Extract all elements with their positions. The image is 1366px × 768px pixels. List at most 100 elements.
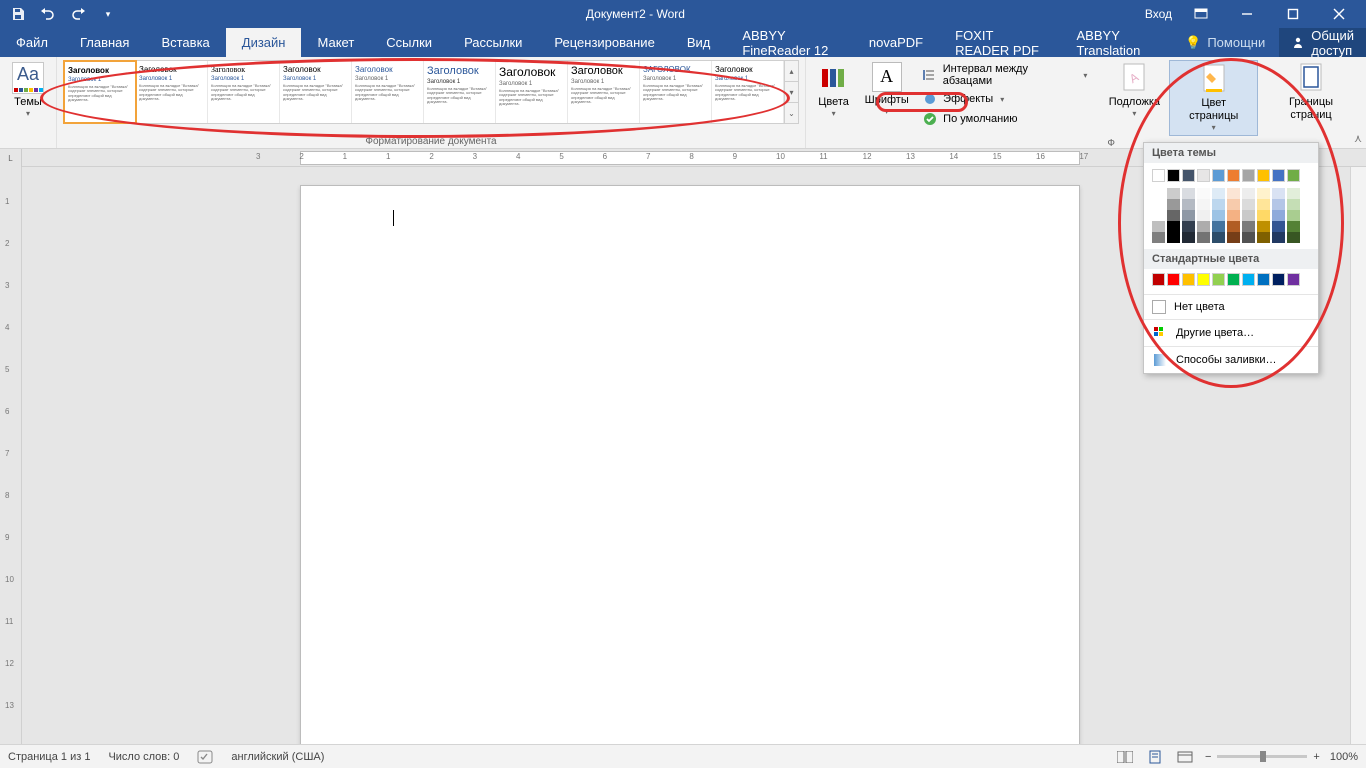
tab-novapdf[interactable]: novaPDF	[853, 28, 939, 57]
gallery-down-icon[interactable]: ▾	[785, 82, 798, 103]
status-words[interactable]: Число слов: 0	[108, 751, 179, 763]
color-swatch[interactable]	[1227, 273, 1240, 286]
color-swatch[interactable]	[1182, 199, 1195, 210]
color-swatch[interactable]	[1212, 273, 1225, 286]
fill-effects-item[interactable]: Способы заливки…	[1144, 346, 1318, 373]
color-swatch[interactable]	[1242, 188, 1255, 199]
color-swatch[interactable]	[1152, 232, 1165, 243]
gallery-up-icon[interactable]: ▴	[785, 61, 798, 82]
color-swatch[interactable]	[1287, 199, 1300, 210]
color-swatch[interactable]	[1227, 169, 1240, 182]
scrollbar-vertical[interactable]	[1350, 167, 1366, 744]
signin-link[interactable]: Вход	[1145, 7, 1172, 21]
zoom-out-icon[interactable]: −	[1205, 751, 1211, 763]
color-swatch[interactable]	[1152, 210, 1165, 221]
color-swatch[interactable]	[1272, 188, 1285, 199]
spellcheck-icon[interactable]	[197, 750, 213, 764]
color-swatch[interactable]	[1272, 169, 1285, 182]
color-swatch[interactable]	[1257, 273, 1270, 286]
view-print-icon[interactable]	[1145, 749, 1165, 765]
tab-foxit[interactable]: FOXIT READER PDF	[939, 28, 1060, 57]
qat-dropdown-icon[interactable]: ▾	[100, 6, 116, 22]
color-swatch[interactable]	[1287, 188, 1300, 199]
color-swatch[interactable]	[1287, 169, 1300, 182]
zoom-in-icon[interactable]: +	[1313, 751, 1319, 763]
tab-design[interactable]: Дизайн	[226, 28, 302, 57]
view-web-icon[interactable]	[1175, 749, 1195, 765]
style-thumb[interactable]: ЗаголовокЗаголовок 1Коллекция на вкладке…	[352, 61, 424, 123]
style-thumb[interactable]: ЗаголовокЗаголовок 1Коллекция на вкладке…	[64, 61, 136, 123]
color-swatch[interactable]	[1152, 169, 1165, 182]
style-thumb[interactable]: ЗаголовокЗаголовок 1Коллекция на вкладке…	[568, 61, 640, 123]
redo-icon[interactable]	[70, 6, 86, 22]
color-swatch[interactable]	[1272, 199, 1285, 210]
color-swatch[interactable]	[1242, 199, 1255, 210]
zoom-value[interactable]: 100%	[1330, 751, 1358, 763]
color-swatch[interactable]	[1167, 188, 1180, 199]
view-read-icon[interactable]	[1115, 749, 1135, 765]
color-swatch[interactable]	[1212, 210, 1225, 221]
color-swatch[interactable]	[1257, 232, 1270, 243]
ruler-vertical[interactable]: 12345678910111213	[0, 167, 22, 744]
color-swatch[interactable]	[1167, 169, 1180, 182]
tab-file[interactable]: Файл	[0, 28, 64, 57]
color-swatch[interactable]	[1287, 273, 1300, 286]
share-button[interactable]: Общий доступ	[1279, 28, 1366, 57]
color-swatch[interactable]	[1197, 232, 1210, 243]
style-thumb[interactable]: ЗАГОЛОВОКЗаголовок 1Коллекция на вкладке…	[640, 61, 712, 123]
color-swatch[interactable]	[1227, 199, 1240, 210]
tab-layout[interactable]: Макет	[301, 28, 370, 57]
color-swatch[interactable]	[1182, 188, 1195, 199]
tab-mailings[interactable]: Рассылки	[448, 28, 538, 57]
minimize-icon[interactable]	[1230, 0, 1264, 28]
color-swatch[interactable]	[1272, 273, 1285, 286]
color-swatch[interactable]	[1212, 199, 1225, 210]
gallery-more-icon[interactable]: ⌄	[785, 103, 798, 123]
color-swatch[interactable]	[1167, 232, 1180, 243]
color-swatch[interactable]	[1257, 199, 1270, 210]
color-swatch[interactable]	[1152, 273, 1165, 286]
style-thumb[interactable]: ЗаголовокЗаголовок 1Коллекция на вкладке…	[208, 61, 280, 123]
no-color-item[interactable]: Нет цвета	[1144, 294, 1318, 319]
color-swatch[interactable]	[1152, 221, 1165, 232]
color-swatch[interactable]	[1242, 232, 1255, 243]
color-swatch[interactable]	[1212, 221, 1225, 232]
watermark-button[interactable]: A Подложка▾	[1103, 60, 1165, 121]
color-swatch[interactable]	[1242, 210, 1255, 221]
color-swatch[interactable]	[1227, 210, 1240, 221]
color-swatch[interactable]	[1212, 188, 1225, 199]
color-swatch[interactable]	[1182, 273, 1195, 286]
color-swatch[interactable]	[1167, 199, 1180, 210]
color-swatch[interactable]	[1197, 273, 1210, 286]
collapse-ribbon-icon[interactable]: ⋏	[1354, 132, 1362, 145]
color-swatch[interactable]	[1242, 169, 1255, 182]
color-swatch[interactable]	[1197, 199, 1210, 210]
style-thumb[interactable]: ЗаголовокЗаголовок 1Коллекция на вкладке…	[424, 61, 496, 123]
page-borders-button[interactable]: Границы страниц	[1262, 60, 1360, 124]
color-swatch[interactable]	[1197, 221, 1210, 232]
tab-insert[interactable]: Вставка	[145, 28, 225, 57]
tell-me-search[interactable]: 💡 Помощни	[1171, 28, 1279, 57]
themes-button[interactable]: Aa Темы ▾	[6, 60, 50, 121]
color-swatch[interactable]	[1287, 210, 1300, 221]
effects-button[interactable]: Эффекты▾	[918, 90, 1091, 108]
color-swatch[interactable]	[1272, 232, 1285, 243]
fonts-button[interactable]: A Шрифты▾	[859, 60, 914, 119]
set-as-default-button[interactable]: По умолчанию	[918, 110, 1091, 128]
color-swatch[interactable]	[1197, 210, 1210, 221]
zoom-thumb[interactable]	[1260, 751, 1266, 762]
color-swatch[interactable]	[1152, 188, 1165, 199]
color-swatch[interactable]	[1152, 199, 1165, 210]
color-swatch[interactable]	[1167, 221, 1180, 232]
color-swatch[interactable]	[1287, 232, 1300, 243]
color-swatch[interactable]	[1197, 188, 1210, 199]
page-color-button[interactable]: Цвет страницы▾	[1169, 60, 1258, 136]
ribbon-display-icon[interactable]	[1184, 0, 1218, 28]
style-thumb[interactable]: ЗаголовокЗаголовок 1Коллекция на вкладке…	[496, 61, 568, 123]
color-swatch[interactable]	[1212, 232, 1225, 243]
colors-button[interactable]: Цвета▾	[812, 60, 855, 121]
color-swatch[interactable]	[1167, 273, 1180, 286]
color-swatch[interactable]	[1257, 210, 1270, 221]
page[interactable]	[300, 185, 1080, 744]
color-swatch[interactable]	[1197, 169, 1210, 182]
